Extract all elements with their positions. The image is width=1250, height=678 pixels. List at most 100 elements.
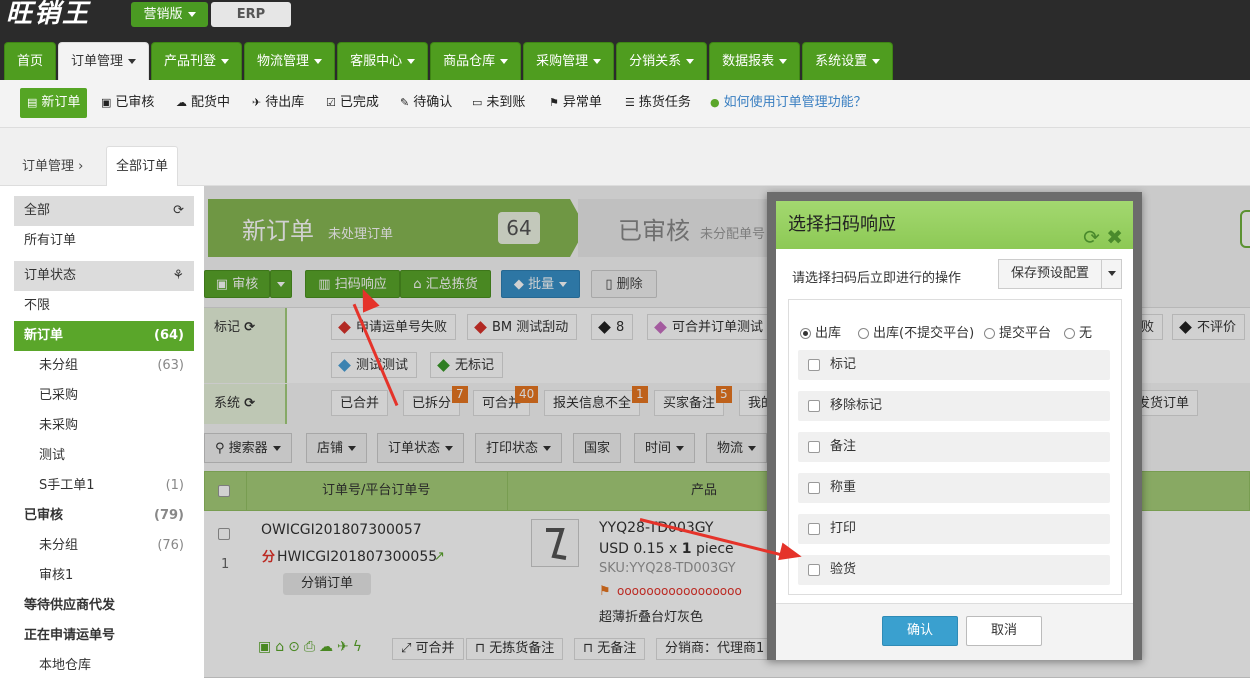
erp-button[interactable]: ERP bbox=[211, 2, 291, 27]
option-print[interactable]: 打印 bbox=[798, 514, 1110, 544]
tab-listing[interactable]: 产品刊登 bbox=[151, 42, 243, 80]
flag-icon: ⚑ bbox=[549, 96, 559, 109]
subnav-label: 新订单 bbox=[41, 95, 81, 110]
chevron-down-icon bbox=[500, 59, 509, 64]
sidebar-item-audited[interactable]: 已审核 (79) bbox=[14, 501, 194, 531]
subnav-unpaid[interactable]: ▭ 未到账 bbox=[472, 88, 525, 118]
sidebar-item-all-orders[interactable]: 所有订单 bbox=[14, 226, 194, 256]
sidebar: 全部 ⟳ 所有订单 订单状态 ⚘ 不限 新订单 (64) 未分组 (63) 已采购 未采… bbox=[14, 196, 194, 678]
cloud-icon: ☁ bbox=[176, 96, 187, 109]
edition-label: 营销版 bbox=[143, 7, 183, 22]
sidebar-label: 未分组 bbox=[39, 538, 79, 553]
cancel-button[interactable]: 取消 bbox=[966, 616, 1042, 646]
subnav-new-order[interactable]: ▤ 新订单 bbox=[20, 88, 88, 118]
chevron-down-icon bbox=[779, 59, 788, 64]
option-inspect[interactable]: 验货 bbox=[798, 555, 1110, 585]
sidebar-label: 已审核 bbox=[24, 508, 64, 523]
breadcrumb-bar bbox=[0, 128, 1250, 186]
subnav-label: 异常单 bbox=[562, 95, 602, 110]
radio-label: 提交平台 bbox=[999, 326, 1052, 341]
checkbox bbox=[808, 563, 820, 576]
option-note[interactable]: 备注 bbox=[798, 432, 1110, 462]
sidebar-count: (63) bbox=[157, 358, 184, 373]
tab-warehouse[interactable]: 商品仓库 bbox=[430, 42, 522, 80]
tab-logistics[interactable]: 物流管理 bbox=[244, 42, 336, 80]
option-mark[interactable]: 标记 bbox=[798, 350, 1110, 380]
scan-response-dialog: 选择扫码响应 ⟳ ✖ 请选择扫码后立即进行的操作 保存预设配置 出库 出库(不提… bbox=[767, 192, 1142, 660]
sidebar-item-audit1[interactable]: 审核1 bbox=[14, 561, 194, 591]
tab-service[interactable]: 客服中心 bbox=[337, 42, 429, 80]
breadcrumb-root[interactable]: 订单管理 bbox=[22, 159, 74, 174]
sidebar-item-supplier[interactable]: 等待供应商代发 bbox=[14, 591, 194, 621]
option-weigh[interactable]: 称重 bbox=[798, 473, 1110, 503]
checkbox bbox=[808, 358, 820, 371]
tab-purchase[interactable]: 采购管理 bbox=[523, 42, 615, 80]
help-icon: ● bbox=[710, 96, 720, 109]
confirm-button[interactable]: 确认 bbox=[882, 616, 958, 646]
refresh-icon[interactable]: ⟳ bbox=[1083, 225, 1100, 249]
tab-distribution[interactable]: 分销关系 bbox=[616, 42, 708, 80]
dialog-prompt: 请选择扫码后立即进行的操作 bbox=[792, 271, 962, 286]
sidebar-item-ungrouped-2[interactable]: 未分组 (76) bbox=[14, 531, 194, 561]
sidebar-label: 等待供应商代发 bbox=[24, 598, 116, 613]
tab-label: 商品仓库 bbox=[443, 54, 496, 69]
sitemap-icon[interactable]: ⚘ bbox=[172, 261, 184, 291]
tab-home[interactable]: 首页 bbox=[4, 42, 57, 80]
radio-button bbox=[1064, 328, 1075, 339]
tab-label: 首页 bbox=[17, 54, 44, 69]
sidebar-item-local-warehouse[interactable]: 本地仓库 bbox=[14, 651, 194, 678]
sidebar-item-order-status[interactable]: 订单状态 ⚘ bbox=[14, 261, 194, 291]
sidebar-item-purchased[interactable]: 已采购 bbox=[14, 381, 194, 411]
sidebar-item-ungrouped[interactable]: 未分组 (63) bbox=[14, 351, 194, 381]
subnav-to-confirm[interactable]: ✎ 待确认 bbox=[400, 88, 452, 118]
subnav-abnormal[interactable]: ⚑ 异常单 bbox=[549, 88, 602, 118]
checkbox-icon: ☑ bbox=[326, 96, 336, 109]
radio-label: 出库 bbox=[815, 326, 842, 341]
chevron-down-icon bbox=[686, 59, 695, 64]
list-icon: ☰ bbox=[625, 96, 635, 109]
subnav-pick-task[interactable]: ☰ 拣货任务 bbox=[625, 88, 691, 118]
subnav-label: 未到账 bbox=[486, 95, 526, 110]
subnav-picking[interactable]: ☁ 配货中 bbox=[176, 88, 230, 118]
subnav-to-ship[interactable]: ✈ 待出库 bbox=[252, 88, 304, 118]
sidebar-item-not-purchased[interactable]: 未采购 bbox=[14, 411, 194, 441]
radio-submit-platform[interactable]: 提交平台 bbox=[984, 322, 1051, 341]
radio-ship-no-submit[interactable]: 出库(不提交平台) bbox=[858, 322, 974, 341]
main-nav: 首页 订单管理 产品刊登 物流管理 客服中心 商品仓库 采购管理 分销关系 数据… bbox=[4, 42, 894, 80]
subnav-audited[interactable]: ▣ 已审核 bbox=[101, 88, 154, 118]
sidebar-label: 全部 bbox=[24, 203, 51, 218]
sidebar-item-unlimited[interactable]: 不限 bbox=[14, 291, 194, 321]
sidebar-label: 审核1 bbox=[39, 568, 74, 583]
option-label: 移除标记 bbox=[830, 398, 883, 413]
chevron-down-icon bbox=[314, 59, 323, 64]
edition-selector[interactable]: 营销版 bbox=[131, 2, 208, 27]
radio-button bbox=[800, 328, 811, 339]
option-remove-mark[interactable]: 移除标记 bbox=[798, 391, 1110, 421]
pin-icon: ✎ bbox=[400, 96, 410, 109]
sidebar-item-applying[interactable]: 正在申请运单号 bbox=[14, 621, 194, 651]
radio-ship[interactable]: 出库 bbox=[800, 322, 841, 341]
sidebar-item-new-order[interactable]: 新订单 (64) bbox=[14, 321, 194, 351]
tab-orders[interactable]: 订单管理 bbox=[58, 42, 150, 80]
tab-settings[interactable]: 系统设置 bbox=[802, 42, 894, 80]
sidebar-item-test[interactable]: 测试 bbox=[14, 441, 194, 471]
save-preset-button[interactable]: 保存预设配置 bbox=[998, 259, 1102, 289]
subnav-help-link[interactable]: ● 如何使用订单管理功能？ bbox=[710, 88, 867, 118]
chevron-right-icon: › bbox=[78, 159, 84, 174]
preset-dropdown[interactable] bbox=[1102, 259, 1122, 289]
plane-icon: ✈ bbox=[252, 96, 262, 109]
tab-reports[interactable]: 数据报表 bbox=[709, 42, 801, 80]
gift-icon: ▣ bbox=[101, 96, 112, 109]
close-icon[interactable]: ✖ bbox=[1106, 225, 1123, 249]
sidebar-label: 已采购 bbox=[39, 388, 79, 403]
option-label: 验货 bbox=[830, 562, 857, 577]
sidebar-item-manual[interactable]: S手工单1 (1) bbox=[14, 471, 194, 501]
radio-label: 无 bbox=[1079, 326, 1093, 341]
sidebar-item-all[interactable]: 全部 ⟳ bbox=[14, 196, 194, 226]
subnav-completed[interactable]: ☑ 已完成 bbox=[326, 88, 379, 118]
refresh-icon[interactable]: ⟳ bbox=[173, 196, 184, 226]
breadcrumb-current[interactable]: 全部订单 bbox=[106, 146, 178, 186]
tab-label: 数据报表 bbox=[722, 54, 775, 69]
subnav-label: 拣货任务 bbox=[638, 95, 691, 110]
radio-none[interactable]: 无 bbox=[1064, 322, 1092, 341]
